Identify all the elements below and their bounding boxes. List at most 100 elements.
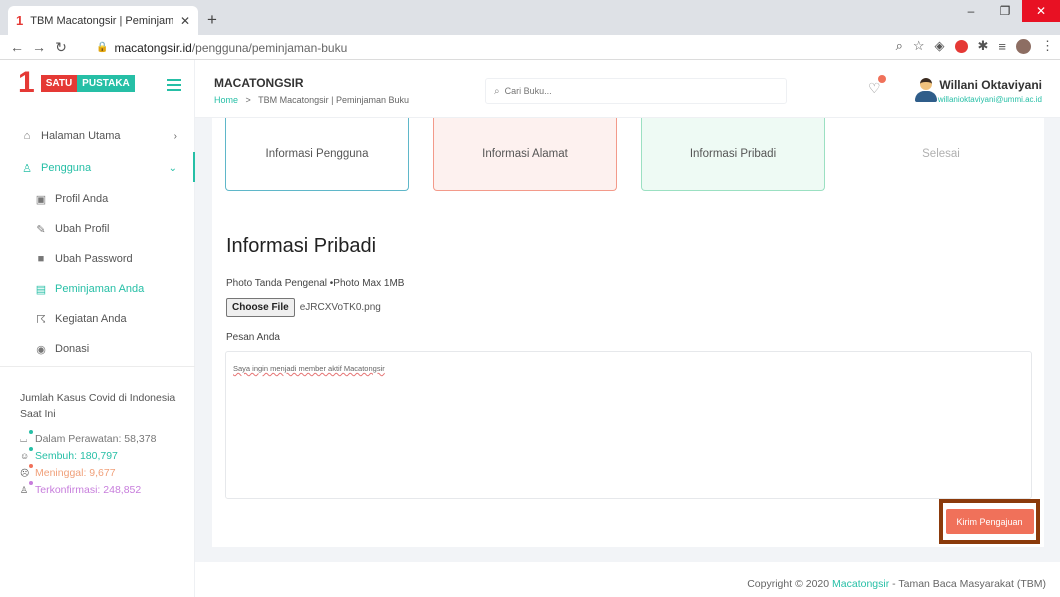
search-box[interactable]: ⌕ [485, 78, 787, 104]
file-input: Choose File eJRCXVoTK0.png [226, 298, 381, 317]
sidebar-item-label: Ubah Profil [55, 223, 110, 235]
step-label: Selesai [922, 148, 960, 160]
back-icon[interactable]: ← [6, 39, 28, 55]
covid-stat-terkonfirmasi: ♙ Terkonfirmasi: 248,852 [20, 480, 180, 498]
maximize-icon[interactable]: ❐ [988, 0, 1022, 22]
choose-file-button[interactable]: Choose File [226, 298, 295, 317]
browser-tab[interactable]: 1 TBM Macatongsir | Peminjaman ✕ [8, 6, 198, 35]
sidebar-menu: ⌂ Halaman Utama › ♙ Pengguna ⌄ ▣ Profil … [0, 120, 195, 364]
file-name: eJRCXVoTK0.png [299, 302, 381, 313]
reload-icon[interactable]: ↻ [50, 39, 72, 56]
sidebar-item-label: Peminjaman Anda [55, 283, 145, 295]
sidebar-item-label: Ubah Password [55, 253, 133, 265]
bookmark-star-icon[interactable]: ☆ [913, 38, 925, 54]
photo-label: Photo Tanda Pengenal •Photo Max 1MB [226, 278, 405, 289]
extension-icon[interactable]: ◈ [935, 38, 945, 54]
covid-stat-sembuh: ☺ Sembuh: 180,797 [20, 446, 180, 464]
logo-text: SATU PUSTAKA [40, 74, 135, 92]
message-textarea[interactable]: Saya ingin menjadi member aktif Macatong… [225, 351, 1032, 499]
breadcrumb-separator: > [245, 95, 251, 105]
user-email: willanioktaviyani@ummi.ac.id [937, 95, 1042, 104]
tab-title: TBM Macatongsir | Peminjaman [30, 14, 173, 27]
notification-badge [877, 75, 886, 83]
submit-button[interactable]: Kirim Pengajuan [945, 509, 1034, 534]
avatar[interactable] [913, 76, 939, 104]
lock-icon: 🔒 [96, 42, 109, 53]
copyright: Copyright © 2020 Macatongsir - Taman Bac… [747, 578, 1046, 590]
minimize-icon[interactable]: – [954, 0, 988, 22]
section-title: Informasi Pribadi [226, 235, 377, 257]
sidebar-item-label: Donasi [55, 343, 90, 355]
extension-toolbar: ⌕ ☆ ◈ ✱ ≡ ⋮ [896, 38, 1054, 54]
message-label: Pesan Anda [226, 332, 280, 343]
book-icon: ▤ [35, 283, 47, 296]
step-informasi-pengguna: Informasi Pengguna [225, 118, 409, 191]
search-input[interactable] [504, 86, 765, 96]
copyright-suffix: - Taman Baca Masyarakat (TBM) [892, 578, 1046, 590]
step-label: Informasi Pengguna [265, 148, 369, 160]
user-name: Willani Oktaviyani [939, 78, 1042, 92]
running-icon: ☈ [36, 313, 46, 326]
sidebar-item-ubah-profil[interactable]: ✎ Ubah Profil [0, 214, 195, 244]
puzzle-icon[interactable]: ✱ [978, 38, 989, 54]
sidebar-item-pengguna[interactable]: ♙ Pengguna ⌄ [0, 152, 195, 184]
url-field[interactable]: 🔒 macatongsir.id/pengguna/peminjaman-buk… [96, 38, 886, 57]
extension-red-icon[interactable] [954, 39, 968, 53]
zoom-icon[interactable]: ⌕ [896, 38, 903, 54]
covid-stat-label: Sembuh: 180,797 [35, 449, 118, 462]
covid-stat-perawatan: ⌴ Dalam Perawatan: 58,378 [20, 429, 180, 447]
address-bar: ← → ↻ 🔒 macatongsir.id/pengguna/peminjam… [0, 35, 1060, 60]
forward-icon[interactable]: → [28, 39, 50, 55]
covid-stat-label: Dalam Perawatan: 58,378 [35, 432, 157, 445]
sidebar-item-profil-anda[interactable]: ▣ Profil Anda [0, 184, 195, 214]
covid-stat-label: Terkonfirmasi: 248,852 [35, 483, 142, 496]
people-icon: ♙ [20, 480, 33, 498]
step-informasi-alamat: Informasi Alamat [433, 118, 617, 191]
profile-avatar-icon[interactable] [1016, 38, 1031, 54]
covid-title: Jumlah Kasus Covid di Indonesia Saat Ini [20, 392, 176, 420]
donation-icon: ◉ [36, 343, 46, 356]
breadcrumb: Home > TBM Macatongsir | Peminjaman Buku [214, 95, 409, 105]
sidebar-item-halaman-utama[interactable]: ⌂ Halaman Utama › [0, 120, 195, 152]
home-icon: ⌂ [23, 130, 31, 142]
sidebar-item-peminjaman-anda[interactable]: ▤ Peminjaman Anda [0, 274, 195, 304]
id-card-icon: ▣ [35, 193, 47, 206]
submit-highlight: Kirim Pengajuan [939, 499, 1040, 544]
sidebar-divider [0, 366, 195, 367]
step-informasi-pribadi: Informasi Pribadi [641, 118, 825, 191]
hamburger-menu-icon[interactable] [167, 79, 181, 94]
smile-icon: ☺ [20, 446, 33, 464]
copyright-prefix: Copyright © 2020 [747, 578, 830, 590]
breadcrumb-home-link[interactable]: Home [214, 95, 238, 105]
sidebar-item-label: Kegiatan Anda [55, 313, 127, 325]
covid-stats: Jumlah Kasus Covid di Indonesia Saat Ini… [20, 390, 180, 498]
covid-stat-meninggal: ☹ Meninggal: 9,677 [20, 463, 180, 481]
sidebar-item-donasi[interactable]: ◉ Donasi [0, 334, 195, 364]
lock-icon: ■ [37, 253, 45, 265]
breadcrumb-current: TBM Macatongsir | Peminjaman Buku [258, 95, 410, 105]
covid-stat-label: Meninggal: 9,677 [35, 466, 116, 479]
footer: Copyright © 2020 Macatongsir - Taman Bac… [195, 562, 1060, 597]
browser-tab-bar: 1 TBM Macatongsir | Peminjaman ✕ + – ❐ ✕ [0, 0, 1060, 35]
menu-kebab-icon[interactable]: ⋮ [1041, 38, 1054, 54]
logo[interactable]: 1 SATU PUSTAKA [18, 68, 135, 98]
loan-form-card: Informasi Pengguna Informasi Alamat Info… [212, 118, 1044, 547]
step-selesai: Selesai [849, 118, 1033, 191]
url-domain: macatongsir.id [114, 40, 192, 55]
wishlist-heart-icon[interactable]: ♡ [868, 75, 886, 97]
new-tab-icon[interactable]: + [207, 10, 217, 30]
sidebar-item-label: Profil Anda [55, 193, 109, 205]
user-icon: ♙ [22, 162, 32, 175]
close-tab-icon[interactable]: ✕ [180, 14, 190, 28]
page-title: MACATONGSIR [214, 76, 304, 90]
logo-number: 1 [18, 66, 35, 99]
copyright-link[interactable]: Macatongsir [832, 578, 889, 590]
step-label: Informasi Alamat [482, 148, 568, 160]
sidebar-item-label: Pengguna [41, 162, 92, 174]
sidebar-item-ubah-password[interactable]: ■ Ubah Password [0, 244, 195, 274]
chevron-right-icon: › [173, 130, 177, 142]
reading-list-icon[interactable]: ≡ [998, 39, 1006, 54]
window-close-icon[interactable]: ✕ [1022, 0, 1060, 22]
sidebar-item-kegiatan-anda[interactable]: ☈ Kegiatan Anda [0, 304, 195, 334]
user-info[interactable]: Willani Oktaviyani willanioktaviyani@umm… [938, 78, 1042, 104]
